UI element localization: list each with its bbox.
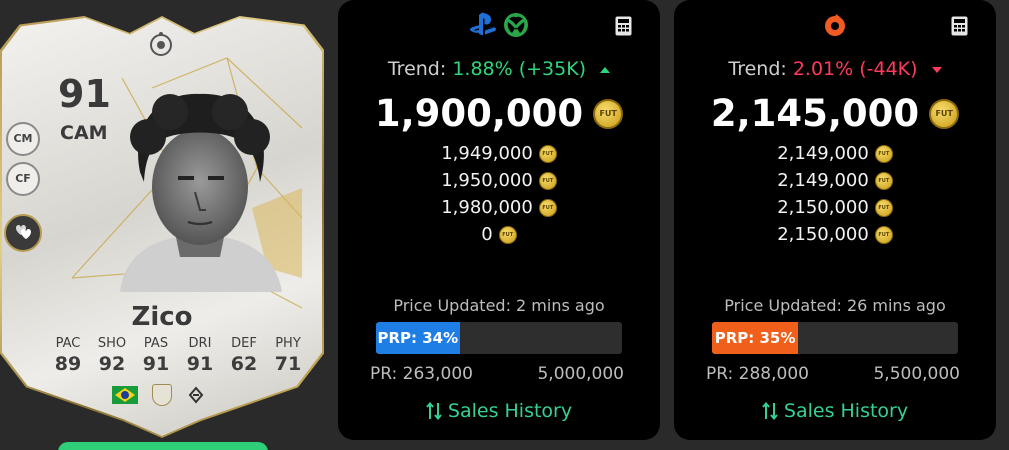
player-name: Zico: [131, 302, 193, 332]
lowest-price-value: 2,145,000: [710, 92, 920, 135]
trend-up-arrow-icon: [600, 66, 611, 73]
list-item: 2,150,000 FUT: [674, 221, 996, 248]
list-item: 1,949,000 FUT: [338, 140, 660, 167]
trend-value: 2.01% (-44K): [792, 58, 918, 80]
price-range-max: 5,500,000: [873, 364, 960, 384]
list-item: 0 FUT: [338, 221, 660, 248]
calculator-icon[interactable]: [951, 16, 968, 36]
price-range-max: 5,000,000: [537, 364, 624, 384]
alt-position-cm: CM: [6, 122, 40, 156]
trend-label: Trend:: [387, 58, 447, 80]
list-item: 2,150,000 FUT: [674, 194, 996, 221]
sales-history-label: Sales History: [447, 400, 573, 422]
lowest-price: 1,900,000 FUT: [338, 92, 660, 135]
price-updated-text: Price Updated: 2 mins ago: [393, 296, 605, 315]
sales-history-link[interactable]: Sales History: [338, 400, 660, 422]
fut-coin-icon: FUT: [498, 225, 517, 244]
fut-coin-icon: FUT: [874, 171, 893, 190]
lowest-price-value: 1,900,000: [374, 92, 584, 135]
player-card[interactable]: 91 CAM CM CF Zico PAC 89 SHO 92 PAS 91 D…: [0, 10, 325, 450]
stat-sho: SHO 92: [97, 336, 127, 375]
list-item: 1,980,000 FUT: [338, 194, 660, 221]
price-range-min: PR: 288,000: [706, 364, 809, 384]
trend-line: Trend: 1.88% (+35K): [338, 58, 660, 80]
icon-rarity-badge: [150, 32, 172, 56]
stat-phy: PHY 71: [274, 336, 302, 375]
club-badge-icon: [152, 384, 172, 406]
price-range: PR: 288,000 5,500,000: [706, 364, 960, 384]
sales-history-label: Sales History: [783, 400, 909, 422]
player-stats: PAC 89 SHO 92 PAS 91 DRI 91 DEF 62 PHY 71: [48, 336, 308, 375]
stat-pac: PAC 89: [54, 336, 82, 375]
sort-arrows-icon: [426, 402, 442, 420]
alt-position-cf: CF: [6, 162, 40, 196]
player-portrait: [120, 93, 282, 292]
sort-arrows-icon: [762, 402, 778, 420]
calculator-icon[interactable]: [615, 16, 632, 36]
fut-coin-icon: FUT: [538, 144, 557, 163]
fut-coin-icon: FUT: [874, 225, 893, 244]
console-price-panel: Trend: 1.88% (+35K) 1,900,000 FUT 1,949,…: [338, 0, 660, 440]
playstation-icon: [469, 12, 497, 36]
pc-price-panel: Trend: 2.01% (-44K) 2,145,000 FUT 2,149,…: [674, 0, 996, 440]
green-action-button[interactable]: [58, 442, 268, 450]
origin-icon: [825, 14, 845, 36]
lowest-price: 2,145,000 FUT: [674, 92, 996, 135]
fut-coin-icon: FUT: [874, 198, 893, 217]
trend-label: Trend:: [728, 58, 787, 80]
card-badges: [112, 384, 206, 406]
platform-icons: [674, 12, 996, 38]
price-range-min: PR: 263,000: [370, 364, 473, 384]
prp-progress-bar: PRP: 34%: [376, 322, 622, 354]
trend-down-arrow-icon: [931, 66, 942, 73]
prp-progress-bar: PRP: 35%: [712, 322, 958, 354]
prp-fill: PRP: 34%: [376, 322, 460, 354]
fut-coin-icon: FUT: [593, 98, 624, 129]
platform-icons: [338, 12, 660, 38]
stat-pas: PAS 91: [142, 336, 170, 375]
fut-coin-icon: FUT: [538, 198, 557, 217]
trend-line: Trend: 2.01% (-44K): [674, 58, 996, 80]
fut-coin-icon: FUT: [929, 98, 960, 129]
stat-def: DEF 62: [230, 336, 258, 375]
bin-price-list: 2,149,000 FUT 2,149,000 FUT 2,150,000 FUT 2…: [674, 140, 996, 248]
stat-dri: DRI 91: [186, 336, 214, 375]
trend-value: 1.88% (+35K): [452, 58, 587, 80]
xbox-icon: [504, 13, 528, 37]
league-badge-icon: [188, 386, 204, 404]
prp-fill: PRP: 35%: [712, 322, 799, 354]
list-item: 2,149,000 FUT: [674, 167, 996, 194]
list-item: 1,950,000 FUT: [338, 167, 660, 194]
bin-price-list: 1,949,000 FUT 1,950,000 FUT 1,980,000 FUT 0…: [338, 140, 660, 248]
list-item: 2,149,000 FUT: [674, 140, 996, 167]
sales-history-link[interactable]: Sales History: [674, 400, 996, 422]
playstyle-icon: [4, 214, 42, 252]
price-updated-text: Price Updated: 26 mins ago: [724, 296, 946, 315]
fut-coin-icon: FUT: [538, 171, 557, 190]
price-range: PR: 263,000 5,000,000: [370, 364, 624, 384]
fut-coin-icon: FUT: [874, 144, 893, 163]
brazil-flag-icon: [112, 386, 138, 404]
